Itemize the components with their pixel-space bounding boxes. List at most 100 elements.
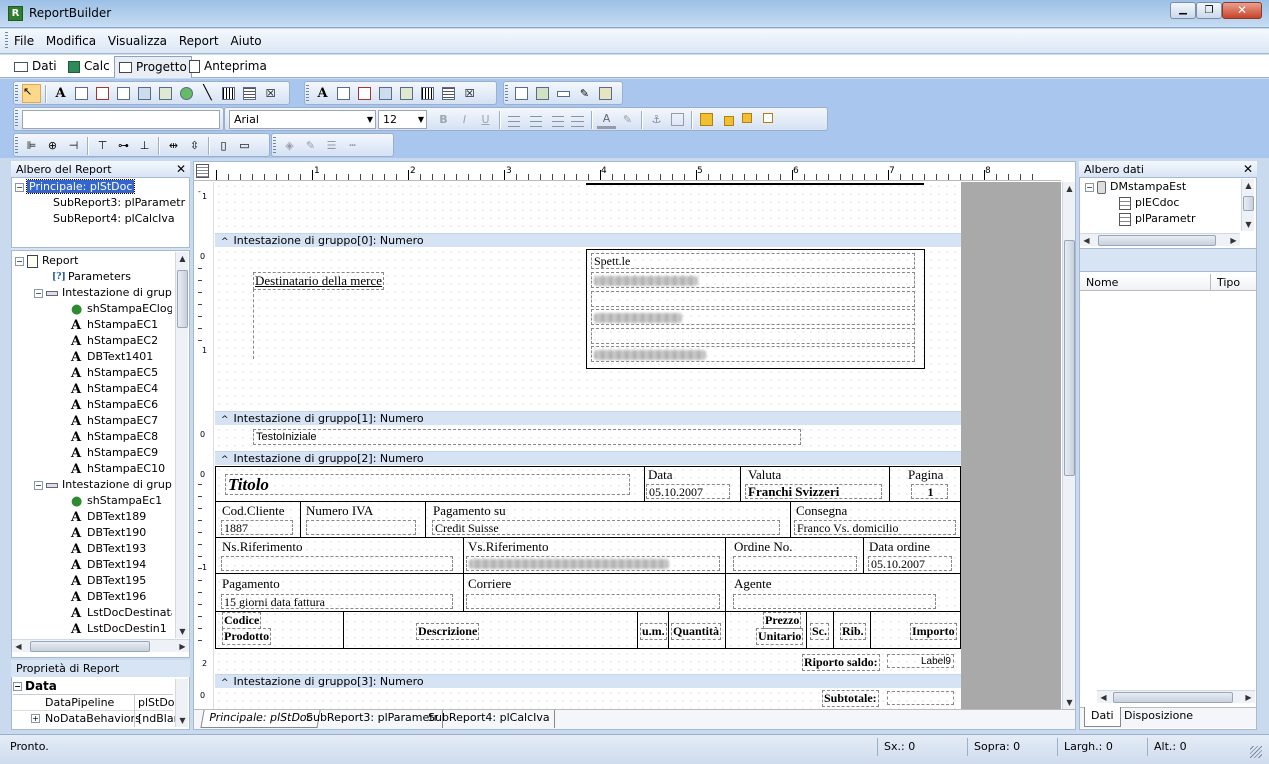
tree-node-hstampaec9[interactable]: AhStampaEC9	[71, 445, 158, 461]
corriere-field[interactable]	[466, 594, 720, 609]
ns-riferimento-field[interactable]	[221, 556, 453, 571]
cod-cliente-label[interactable]: Cod.Cliente	[222, 503, 284, 519]
data-field[interactable]: 05.10.2007	[646, 484, 730, 499]
select-arrow-icon[interactable]: ↖	[22, 84, 41, 103]
bring-to-front-icon[interactable]	[697, 110, 716, 129]
tree-node-dbtext194[interactable]: A DBText194	[71, 557, 146, 573]
pagamento-su-field[interactable]: Credit Suisse	[432, 520, 780, 535]
label-tool-icon[interactable]: A	[51, 84, 70, 103]
resize-grip-icon[interactable]	[1250, 746, 1262, 758]
close-button[interactable]: ✕	[1222, 2, 1262, 19]
numero-iva-field[interactable]	[306, 520, 416, 535]
consegna-field[interactable]: Franco Vs. domicilio	[794, 520, 956, 535]
scroll-right-icon[interactable]: ▶	[1227, 234, 1240, 247]
collapse-icon[interactable]: −	[1085, 182, 1094, 192]
collapse-icon[interactable]: −	[13, 682, 22, 691]
band-header-group-1[interactable]: ^ Intestazione di gruppo[1]: Numero	[215, 411, 961, 425]
subtotale-label[interactable]: Subtotale:	[822, 690, 879, 707]
line-tool-icon[interactable]: ╲	[198, 84, 217, 103]
image-tool-icon[interactable]	[156, 84, 175, 103]
col-sc[interactable]: Sc.	[810, 623, 829, 640]
pagamento-su-label[interactable]: Pagamento su	[433, 503, 506, 519]
tree-node-dbtext1401[interactable]: A DBText1401	[71, 349, 153, 365]
col-prezzo[interactable]: Prezzo	[763, 612, 802, 629]
tree-node-hstampaec10[interactable]: AhStampaEC10	[71, 461, 165, 477]
menu-aiuto[interactable]: Aiuto	[230, 34, 261, 48]
properties-vscroll[interactable]: ▼	[175, 679, 188, 727]
pagina-field[interactable]: 1	[911, 484, 948, 499]
font-color-icon[interactable]: A	[597, 110, 616, 129]
component-name-field[interactable]	[22, 110, 220, 129]
tab-anteprima[interactable]: Anteprima	[185, 57, 271, 77]
scroll-down-icon[interactable]: ▼	[176, 714, 189, 727]
memo-tool-icon[interactable]	[72, 84, 91, 103]
recipient-line-5[interactable]	[591, 346, 915, 362]
property-row[interactable]: + NoDataBehaviors [ndBlanl	[13, 711, 184, 727]
col-descrizione[interactable]: Descrizione	[416, 623, 480, 640]
property-value[interactable]: plStDoc	[134, 695, 181, 711]
dbtext-tool-icon[interactable]: A	[313, 84, 332, 103]
collapse-icon[interactable]: −	[34, 288, 43, 298]
menu-visualizza[interactable]: Visualizza	[108, 34, 167, 48]
region-tool-icon[interactable]	[512, 84, 531, 103]
same-height-icon[interactable]: ▭	[235, 136, 254, 155]
tree-node-hstampaec8[interactable]: AhStampaEC8	[71, 429, 158, 445]
pagina-label[interactable]: Pagina	[908, 467, 943, 483]
richtext-tool-icon[interactable]	[93, 84, 112, 103]
bold-button[interactable]: B	[434, 110, 453, 129]
line-color-icon[interactable]: ✎	[301, 136, 320, 155]
tree-node-hstampaec2[interactable]: AhStampaEC2	[71, 333, 158, 349]
col-prodotto[interactable]: Prodotto	[222, 628, 272, 645]
scroll-left-icon[interactable]: ◀	[1097, 691, 1110, 704]
vs-riferimento-field[interactable]	[466, 556, 720, 571]
collapse-icon[interactable]: −	[34, 480, 43, 490]
col-nome[interactable]: Nome	[1086, 276, 1118, 289]
ordine-field[interactable]	[733, 556, 857, 571]
data-ordine-field[interactable]: 05.10.2007	[868, 556, 952, 571]
report-tab-subreport4[interactable]: SubReport4: plCalcIva	[424, 710, 555, 728]
consegna-label[interactable]: Consegna	[796, 503, 847, 519]
band-header-group-3[interactable]: ^ Intestazione di gruppo[3]: Numero	[215, 674, 961, 688]
dbimage-tool-icon[interactable]	[397, 84, 416, 103]
scroll-right-icon[interactable]: ▶	[176, 640, 189, 653]
scroll-up-icon[interactable]: ▲	[1242, 179, 1255, 192]
tree-node-dbtext196[interactable]: A DBText196	[71, 589, 146, 605]
ordine-label[interactable]: Ordine No.	[734, 539, 793, 555]
menu-report[interactable]: Report	[179, 34, 219, 48]
splitter[interactable]	[11, 247, 190, 251]
band-header-group-2[interactable]: ^ Intestazione di gruppo[2]: Numero	[215, 451, 961, 465]
agente-label[interactable]: Agente	[734, 576, 772, 592]
tree-node-shstampaeclogo[interactable]: ● shStampaEClogo	[71, 301, 172, 317]
tree-node-hstampaec1[interactable]: AhStampaEC1	[71, 317, 158, 333]
cod-cliente-field[interactable]: 1887	[221, 520, 293, 535]
shape-tool-icon[interactable]	[177, 84, 196, 103]
highlight-color-icon[interactable]: ✎	[618, 110, 637, 129]
pagamento-field[interactable]: 15 giorni data fattura	[221, 594, 453, 609]
crosstab-tool-icon[interactable]: ✎	[575, 84, 594, 103]
pagamento-label[interactable]: Pagamento	[222, 576, 280, 592]
data-tree-dmstampaest[interactable]: − DMstampaEst	[1085, 179, 1186, 195]
justify-icon[interactable]	[568, 110, 587, 129]
align-right-icon[interactable]	[547, 110, 566, 129]
barcode-tool-icon[interactable]	[219, 84, 238, 103]
menu-modifica[interactable]: Modifica	[46, 34, 96, 48]
dbchart-tool-icon[interactable]	[439, 84, 458, 103]
valuta-field[interactable]: Franchi Svizzeri	[745, 484, 882, 499]
send-to-back-icon[interactable]	[718, 110, 737, 129]
properties-section[interactable]: − Data	[13, 679, 173, 695]
recipient-line-1[interactable]	[591, 272, 915, 288]
col-um[interactable]: u.m.	[640, 623, 667, 640]
send-backward-icon[interactable]	[760, 110, 779, 129]
scroll-down-icon[interactable]: ▼	[176, 625, 189, 638]
font-name-select[interactable]: Arial ▼	[229, 110, 376, 129]
collapse-icon[interactable]: −	[15, 182, 24, 192]
col-importo[interactable]: Importo	[910, 623, 957, 640]
component-tree-hscroll[interactable]: ◀ ▶	[12, 639, 189, 652]
recipient-line-4[interactable]	[591, 328, 915, 344]
data-tree-vscroll[interactable]: ▲ ▼	[1241, 179, 1254, 231]
scroll-up-icon[interactable]: ▲	[1063, 182, 1076, 195]
subreport-tool-icon[interactable]	[533, 84, 552, 103]
col-rib[interactable]: Rib.	[840, 623, 866, 640]
tree-node-hstampaec4[interactable]: AhStampaEC4	[71, 381, 158, 397]
scroll-down-icon[interactable]: ▼	[1242, 218, 1255, 231]
